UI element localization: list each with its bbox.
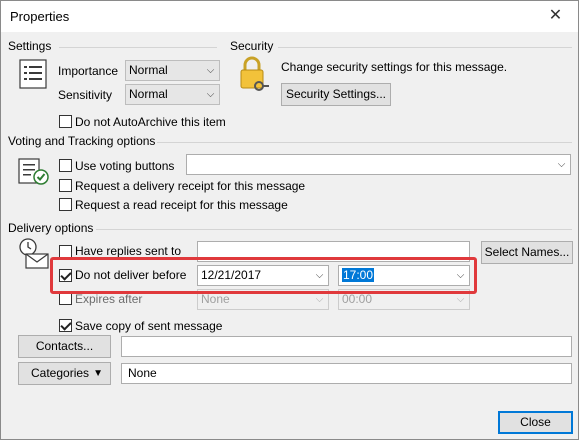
voting-divider	[157, 142, 572, 143]
categories-button[interactable]: Categories ▼	[18, 362, 111, 385]
expires-date-value: None	[201, 292, 230, 306]
window-close-button[interactable]: ✕	[533, 1, 578, 31]
categories-input[interactable]: None	[121, 363, 572, 384]
properties-dialog: Properties ✕ Settings Importance Normal …	[0, 0, 579, 440]
highlight-annotation	[50, 257, 477, 294]
save-copy-checkbox[interactable]	[59, 319, 72, 332]
voting-tracking-icon	[18, 158, 49, 185]
importance-value: Normal	[129, 63, 168, 77]
select-names-button[interactable]: Select Names...	[481, 241, 573, 264]
save-copy-label: Save copy of sent message	[75, 319, 223, 333]
delivery-clock-envelope-icon	[19, 238, 49, 269]
chevron-down-icon: ⌵	[206, 65, 215, 76]
expires-after-label: Expires after	[75, 292, 143, 306]
delivery-receipt-label: Request a delivery receipt for this mess…	[75, 179, 306, 193]
sensitivity-select[interactable]: Normal ⌵	[125, 84, 220, 105]
lock-icon	[240, 56, 269, 91]
voting-buttons-select[interactable]: ⌵	[186, 154, 571, 175]
sensitivity-label: Sensitivity	[58, 88, 113, 102]
expires-time-value: 00:00	[342, 292, 373, 306]
chevron-down-icon: ⌵	[206, 89, 215, 100]
importance-select[interactable]: Normal ⌵	[125, 60, 220, 81]
autoarchive-checkbox[interactable]	[59, 115, 72, 128]
delivery-divider	[96, 229, 572, 230]
sensitivity-value: Normal	[129, 87, 168, 101]
delivery-receipt-checkbox[interactable]	[59, 179, 72, 192]
settings-section-title: Settings	[8, 39, 52, 53]
security-section-title: Security	[230, 39, 274, 53]
security-settings-button[interactable]: Security Settings...	[281, 83, 391, 106]
dropdown-arrow-icon: ▼	[93, 368, 103, 379]
window-title: Properties	[10, 9, 70, 24]
title-bar: Properties ✕	[1, 1, 578, 32]
settings-properties-icon	[19, 59, 47, 89]
contacts-input[interactable]	[121, 336, 572, 357]
close-button[interactable]: Close	[498, 411, 573, 434]
voting-section-title: Voting and Tracking options	[8, 134, 156, 148]
use-voting-buttons-checkbox[interactable]	[59, 159, 72, 172]
categories-button-label: Categories	[31, 366, 90, 380]
chevron-down-icon: ⌵	[557, 159, 566, 170]
security-description: Change security settings for this messag…	[281, 60, 508, 74]
read-receipt-checkbox[interactable]	[59, 198, 72, 211]
contacts-button[interactable]: Contacts...	[18, 335, 111, 358]
close-icon: ✕	[548, 7, 563, 24]
have-replies-sent-to-label: Have replies sent to	[75, 244, 182, 258]
delivery-section-title: Delivery options	[8, 221, 94, 235]
importance-label: Importance	[58, 64, 119, 78]
settings-divider	[59, 47, 217, 48]
security-divider	[278, 47, 572, 48]
read-receipt-label: Request a read receipt for this message	[75, 198, 288, 212]
use-voting-buttons-label: Use voting buttons	[75, 159, 175, 173]
autoarchive-label: Do not AutoArchive this item	[75, 115, 226, 129]
